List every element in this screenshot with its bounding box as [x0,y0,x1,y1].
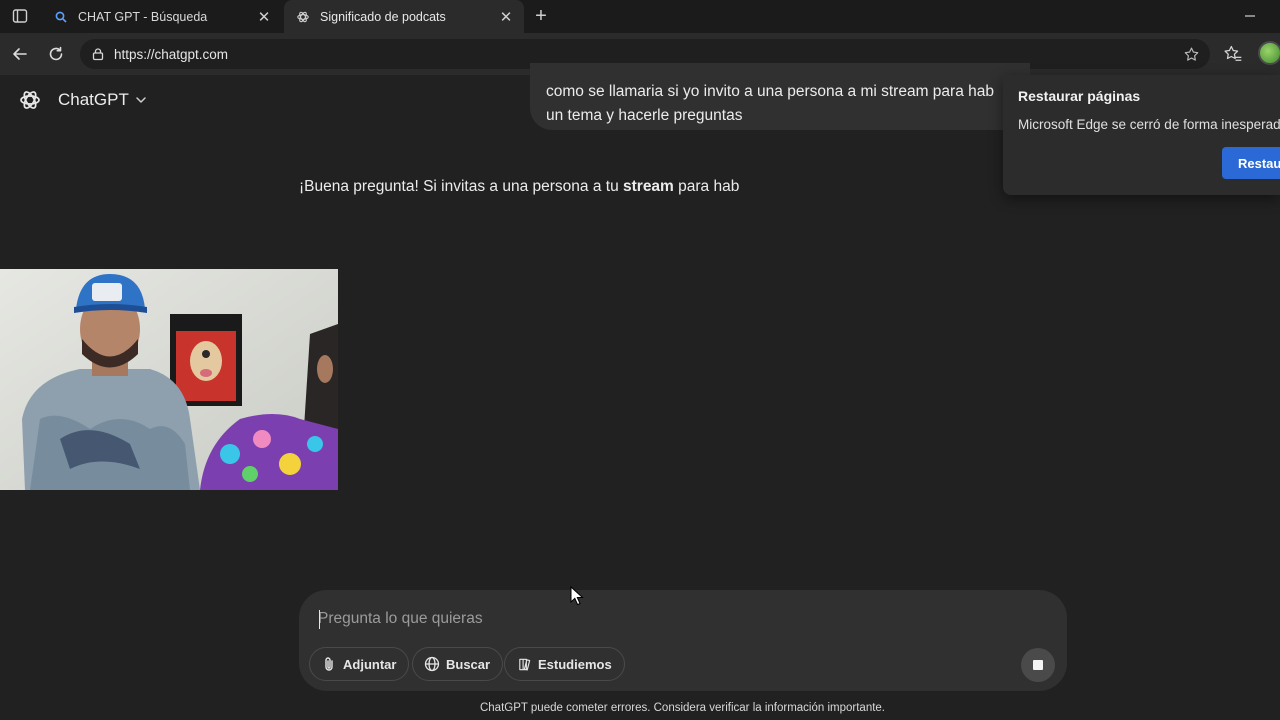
study-button[interactable]: Estudiemos [504,647,625,681]
chatgpt-page: ChatGPT como se llamaria si yo invito a … [0,63,1280,720]
attach-button[interactable]: Adjuntar [309,647,410,681]
tab-actions-button[interactable] [8,5,32,27]
model-selector[interactable]: ChatGPT [18,88,147,112]
profile-avatar[interactable] [1258,41,1280,65]
url-text: https://chatgpt.com [114,46,229,62]
search-button[interactable]: Buscar [412,647,504,681]
reload-icon [49,46,63,61]
tab-title: CHAT GPT - Búsqueda [78,9,208,24]
restore-button[interactable]: Restaurar [1222,147,1280,179]
tab-chatgpt-search[interactable]: CHAT GPT - Búsqueda ✕ [42,0,282,33]
assistant-message: ¡Buena pregunta! Si invitas a una person… [299,178,739,196]
tab-title: Significado de podcats [320,9,446,24]
disclaimer-text: ChatGPT puede cometer errores. Considera… [479,702,886,714]
tab-strip: CHAT GPT - Búsqueda ✕ Significado de pod… [0,0,1280,33]
tab-significado-podcats[interactable]: Significado de podcats ✕ [284,0,524,33]
user-message-line: un tema y hacerle preguntas [546,107,743,124]
close-icon[interactable]: ✕ [498,9,514,26]
attach-label: Adjuntar [343,656,397,672]
assistant-bold-text: stream [623,178,674,195]
user-message-line: como se llamaria si yo invito a una pers… [546,83,994,100]
search-icon [54,10,68,24]
search-label: Buscar [446,656,491,672]
back-button[interactable] [8,42,32,66]
prompt-composer: Adjuntar Buscar Estudiemos [299,590,1067,691]
restore-popup-text: Microsoft Edge se cerró de forma inesper… [1018,117,1280,132]
openai-logo-icon [20,91,40,109]
paperclip-icon [321,656,337,672]
favorites-icon [1224,45,1242,61]
star-icon[interactable] [1182,45,1200,63]
book-icon [516,656,532,672]
chevron-down-icon [135,94,147,106]
arrow-left-icon [13,48,27,60]
new-tab-button[interactable]: + [530,5,552,27]
assistant-text: para hab [673,178,740,195]
mouse-cursor-icon [570,586,584,606]
minimize-button[interactable] [1242,8,1258,24]
webcam-overlay [0,269,338,490]
model-name: ChatGPT [58,90,129,109]
stop-icon [1033,660,1043,670]
minimize-icon [1245,15,1255,17]
globe-icon [424,656,440,672]
restore-pages-popup: Restaurar páginas Microsoft Edge se cerr… [1003,75,1280,195]
assistant-text: ¡Buena pregunta! Si invitas a una person… [299,178,623,195]
site-info-icon[interactable] [90,46,106,62]
study-label: Estudiemos [538,656,612,672]
webcam-image [0,269,338,490]
restore-popup-title: Restaurar páginas [1018,88,1141,104]
prompt-input[interactable] [318,606,998,632]
user-message: como se llamaria si yo invito a una pers… [530,63,1030,130]
favorites-button[interactable] [1222,43,1244,65]
text-caret [319,610,320,629]
close-icon[interactable]: ✕ [256,9,272,26]
stop-generating-button[interactable] [1021,648,1055,682]
tab-actions-icon [12,9,28,23]
chatgpt-icon [296,10,310,24]
reload-button[interactable] [44,42,68,66]
